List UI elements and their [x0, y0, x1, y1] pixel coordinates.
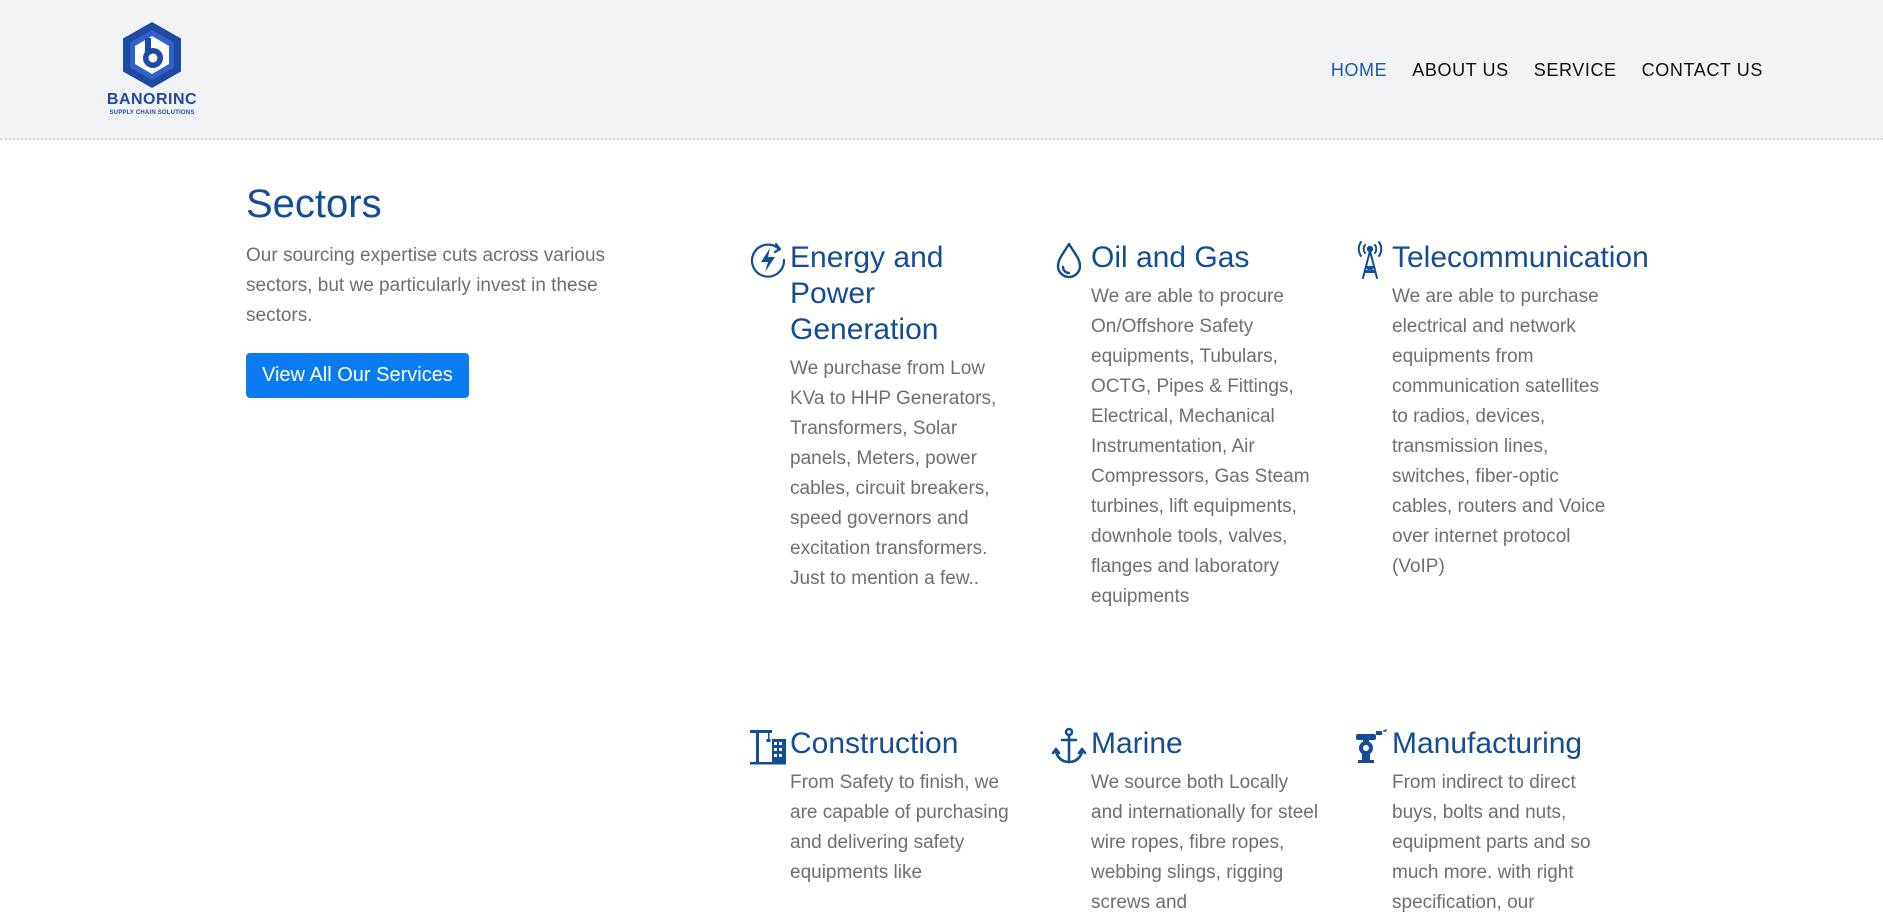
view-all-services-button[interactable]: View All Our Services: [246, 353, 469, 398]
sector-description: We are able to purchase electrical and n…: [1392, 286, 1606, 577]
sector-card-manufacturing: Manufacturing From indirect to direct bu…: [1350, 726, 1630, 918]
power-icon: [748, 240, 788, 280]
robot-arm-icon: [1350, 726, 1390, 766]
main-nav: HOME ABOUT US SERVICE CONTACT US: [1331, 60, 1763, 81]
page-title: Sectors: [246, 182, 382, 226]
intro-text: Our sourcing expertise cuts across vario…: [246, 245, 606, 326]
logo[interactable]: BANORINC SUPPLY CHAIN SOLUTIONS: [106, 20, 198, 120]
sector-description: We purchase from Low KVa to HHP Generato…: [790, 358, 997, 589]
sector-title: Telecommunication: [1392, 241, 1649, 274]
nav-about-us[interactable]: ABOUT US: [1412, 60, 1509, 81]
sector-card-energy: Energy and Power Generation We purchase …: [748, 240, 1028, 594]
sector-description: We source both Locally and international…: [1091, 772, 1319, 913]
sector-card-telecommunication: Telecommunication We are able to purchas…: [1350, 240, 1649, 582]
antenna-tower-icon: [1350, 240, 1390, 280]
crane-icon: [748, 726, 788, 766]
sector-description: We are able to procure On/Offshore Safet…: [1091, 286, 1310, 607]
sector-title: Energy and Power Generation: [790, 241, 944, 346]
oil-drop-icon: [1049, 240, 1089, 280]
sector-title: Construction: [790, 727, 959, 760]
sector-card-marine: Marine We source both Locally and intern…: [1049, 726, 1329, 918]
sector-title: Oil and Gas: [1091, 241, 1250, 274]
brand-name: BANORINC: [106, 91, 198, 108]
sector-description: From Safety to finish, we are capable of…: [790, 772, 1009, 883]
sector-title: Manufacturing: [1392, 727, 1583, 760]
anchor-icon: [1049, 726, 1089, 766]
brand-tagline: SUPPLY CHAIN SOLUTIONS: [109, 110, 195, 116]
nav-service[interactable]: SERVICE: [1534, 60, 1617, 81]
sector-description: From indirect to direct buys, bolts and …: [1392, 772, 1591, 913]
sectors-intro: Sectors Our sourcing expertise cuts acro…: [246, 182, 666, 398]
sector-card-construction: Construction From Safety to finish, we a…: [748, 726, 1028, 888]
site-header: BANORINC SUPPLY CHAIN SOLUTIONS HOME ABO…: [0, 0, 1883, 140]
nav-contact-us[interactable]: CONTACT US: [1642, 60, 1763, 81]
nav-home[interactable]: HOME: [1331, 60, 1387, 81]
sector-card-oil-gas: Oil and Gas We are able to procure On/Of…: [1049, 240, 1329, 612]
sector-title: Marine: [1091, 727, 1183, 760]
banorinc-logo-icon: [123, 22, 181, 88]
